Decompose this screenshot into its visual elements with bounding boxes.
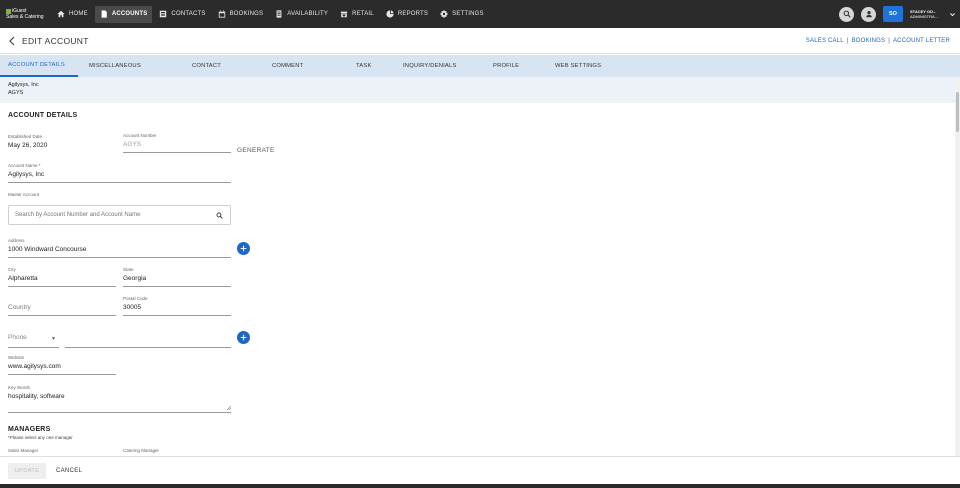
managers-heading: MANAGERS bbox=[8, 426, 51, 433]
link-separator: | bbox=[846, 38, 849, 44]
account-name-value: Agilysys, Inc bbox=[8, 171, 231, 183]
search-icon bbox=[216, 212, 223, 219]
top-right-controls: SO STACEY OD... ADMINISTRA... bbox=[839, 0, 956, 28]
established-date-value: May 26, 2020 bbox=[8, 142, 48, 149]
plus-icon bbox=[240, 245, 247, 252]
page-title: EDIT ACCOUNT bbox=[22, 35, 89, 46]
logo-mark-icon bbox=[6, 8, 11, 14]
summary-account-code: AGYS bbox=[8, 90, 24, 96]
retail-icon bbox=[340, 11, 348, 18]
account-letter-link[interactable]: ACCOUNT LETTER bbox=[893, 38, 950, 44]
chevron-down-icon[interactable] bbox=[949, 11, 956, 18]
scrollbar-thumb[interactable] bbox=[956, 92, 959, 132]
vertical-scrollbar[interactable] bbox=[955, 77, 960, 456]
search-icon bbox=[843, 10, 851, 18]
tab-comment[interactable]: COMMENT bbox=[270, 55, 352, 77]
summary-account-name: Agilysys, Inc bbox=[8, 82, 39, 88]
sales-manager-label: Sales Manager bbox=[8, 448, 39, 453]
resize-handle-icon[interactable] bbox=[226, 405, 231, 410]
tab-contact[interactable]: CONTACT bbox=[184, 55, 270, 77]
nav-contacts[interactable]: CONTACTS bbox=[154, 6, 210, 23]
tab-profile[interactable]: PROFILE bbox=[493, 55, 555, 77]
account-form: ACCOUNT DETAILS Established Date May 26,… bbox=[0, 103, 955, 456]
person-icon bbox=[865, 11, 872, 18]
home-icon bbox=[57, 10, 65, 18]
account-number-value: AGYS bbox=[123, 141, 231, 153]
add-phone-button[interactable] bbox=[237, 331, 250, 344]
generate-button[interactable]: GENERATE bbox=[237, 147, 275, 154]
tab-miscellaneous[interactable]: MISCELLANEOUS bbox=[78, 55, 184, 77]
contacts-icon bbox=[160, 10, 167, 18]
cancel-button[interactable]: CANCEL bbox=[56, 468, 82, 474]
account-details-heading: ACCOUNT DETAILS bbox=[8, 112, 78, 119]
user-role: ADMINISTRA... bbox=[910, 14, 939, 19]
bookings-link[interactable]: BOOKINGS bbox=[852, 38, 886, 44]
nav-reports[interactable]: REPORTS bbox=[381, 6, 433, 23]
state-field[interactable]: State Georgia bbox=[123, 267, 231, 287]
page-header: EDIT ACCOUNT SALES CALL | BOOKINGS | ACC… bbox=[0, 28, 960, 54]
reports-icon bbox=[386, 10, 394, 18]
app-logo[interactable]: iGuest Sales & Catering bbox=[0, 8, 52, 20]
header-links: SALES CALL | BOOKINGS | ACCOUNT LETTER bbox=[806, 28, 950, 54]
city-value: Alpharetta bbox=[8, 275, 116, 287]
document-icon bbox=[101, 10, 107, 18]
city-field[interactable]: City Alpharetta bbox=[8, 267, 116, 287]
tab-inquiry-denials[interactable]: INQUIRY/DENIALS bbox=[403, 55, 493, 77]
managers-note: *Please select any one manager bbox=[8, 435, 73, 440]
phone-number-input[interactable] bbox=[65, 334, 231, 348]
account-number-field[interactable]: Account Number AGYS bbox=[123, 133, 231, 153]
main-nav: HOME ACCOUNTS CONTACTS BOOKINGS AVAILABI… bbox=[52, 0, 491, 28]
address-value: 1000 Windward Concourse bbox=[8, 246, 231, 258]
tab-bar: ACCOUNT DETAILS MISCELLANEOUS CONTACT CO… bbox=[0, 55, 960, 77]
address-field[interactable]: Address 1000 Windward Concourse bbox=[8, 238, 231, 258]
nav-availability[interactable]: AVAILABILITY bbox=[270, 6, 333, 23]
availability-icon bbox=[276, 10, 282, 18]
calendar-icon bbox=[218, 10, 225, 18]
website-value: www.agilysys.com bbox=[8, 363, 116, 375]
postal-code-field[interactable]: Postal Code 30005 bbox=[123, 296, 231, 316]
country-placeholder: Country bbox=[8, 304, 116, 316]
established-date-field[interactable]: Established Date May 26, 2020 bbox=[8, 134, 116, 154]
country-field[interactable]: Country bbox=[8, 296, 116, 316]
master-account-label-wrap: Master Account bbox=[8, 192, 40, 197]
top-navigation-bar: iGuest Sales & Catering HOME ACCOUNTS CO… bbox=[0, 0, 960, 28]
catering-manager-label: Catering Manager bbox=[123, 448, 160, 453]
website-field[interactable]: Website www.agilysys.com bbox=[8, 355, 116, 375]
tab-account-details[interactable]: ACCOUNT DETAILS bbox=[0, 55, 78, 77]
nav-retail[interactable]: RETAIL bbox=[335, 6, 379, 23]
account-name-field[interactable]: Account Name * Agilysys, Inc bbox=[8, 163, 231, 183]
keywords-value: hospitality, software bbox=[8, 393, 231, 413]
link-separator: | bbox=[888, 38, 890, 44]
back-arrow-icon[interactable] bbox=[8, 36, 16, 46]
global-search-button[interactable] bbox=[839, 6, 854, 22]
sales-call-link[interactable]: SALES CALL bbox=[806, 38, 844, 44]
user-avatar[interactable]: SO bbox=[883, 6, 903, 22]
bottom-strip bbox=[0, 484, 960, 488]
tab-web-settings[interactable]: WEB SETTINGS bbox=[555, 55, 645, 77]
nav-settings[interactable]: SETTINGS bbox=[435, 6, 489, 23]
master-account-search-input[interactable]: Search by Account Number and Account Nam… bbox=[8, 205, 231, 225]
plus-icon bbox=[240, 334, 247, 341]
nav-accounts[interactable]: ACCOUNTS bbox=[94, 5, 153, 23]
nav-bookings[interactable]: BOOKINGS bbox=[213, 6, 269, 23]
state-value: Georgia bbox=[123, 275, 231, 287]
update-button[interactable]: UPDATE bbox=[8, 462, 46, 479]
add-address-button[interactable] bbox=[237, 242, 250, 255]
tab-task[interactable]: TASK bbox=[352, 55, 403, 77]
caret-down-icon: ▼ bbox=[51, 336, 56, 342]
gear-icon bbox=[440, 10, 448, 18]
profile-button[interactable] bbox=[861, 6, 876, 22]
keywords-field[interactable]: Key Words hospitality, software bbox=[8, 385, 231, 413]
account-summary: Agilysys, Inc AGYS bbox=[0, 77, 955, 103]
postal-code-value: 30005 bbox=[123, 304, 231, 316]
phone-type-select[interactable]: Phone ▼ bbox=[8, 334, 59, 348]
user-info[interactable]: STACEY OD... ADMINISTRA... bbox=[910, 9, 942, 19]
form-footer: UPDATE CANCEL bbox=[0, 456, 960, 484]
nav-home[interactable]: HOME bbox=[52, 6, 93, 23]
